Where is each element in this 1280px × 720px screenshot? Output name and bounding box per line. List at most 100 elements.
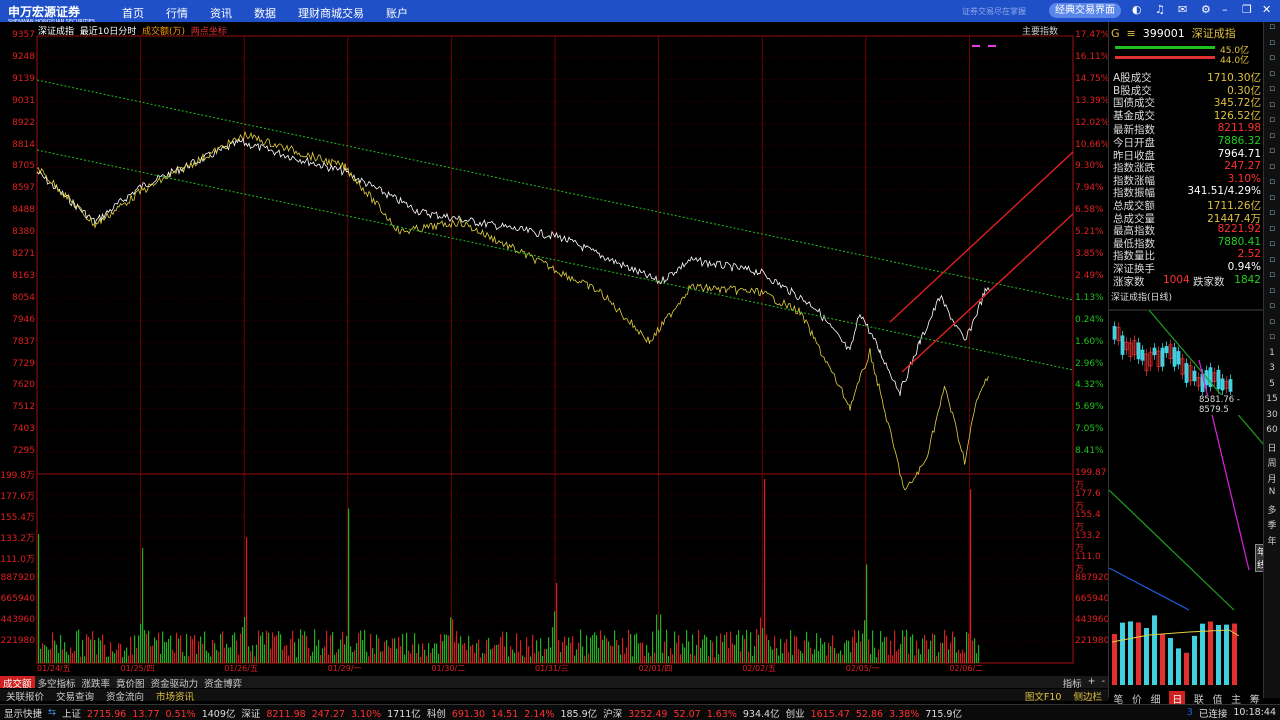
volume-bar — [684, 647, 686, 663]
indicator-ctl-0[interactable]: 指标 — [1060, 676, 1085, 690]
period-8[interactable]: 月 — [1264, 472, 1280, 488]
period-6[interactable]: 日 — [1264, 441, 1280, 457]
tool-icon[interactable]: ▫ — [1264, 317, 1280, 333]
headset-icon[interactable]: ♫ — [1155, 3, 1165, 16]
quick-display-label[interactable]: 显示快捷 — [0, 706, 48, 720]
indicator-tab-3[interactable]: 竟价图 — [113, 676, 148, 690]
nav-item-4[interactable]: 理财商城 — [298, 5, 342, 21]
side-tab-7[interactable]: 筹 — [1250, 691, 1260, 706]
tool-icon[interactable]: ▫ — [1264, 115, 1280, 131]
period-5[interactable]: 60 — [1264, 425, 1280, 441]
tool-icon[interactable]: ▫ — [1264, 22, 1280, 38]
tool-icon[interactable]: ▫ — [1264, 224, 1280, 240]
volume-bar — [832, 635, 834, 663]
tool-icon[interactable]: ▫ — [1264, 332, 1280, 348]
func-tab-0[interactable]: 关联报价 — [0, 689, 50, 703]
nav-item-3[interactable]: 数据 — [254, 5, 298, 21]
tool-icon[interactable]: ▫ — [1264, 270, 1280, 286]
side-tab-2[interactable]: 细 — [1151, 691, 1161, 706]
tool-icon[interactable]: ▫ — [1264, 208, 1280, 224]
volume-bar — [862, 633, 864, 663]
settings-icon[interactable]: ⚙ — [1201, 3, 1211, 16]
tool-icon[interactable]: ▫ — [1264, 162, 1280, 178]
period-3[interactable]: 15 — [1264, 394, 1280, 410]
func-right-1[interactable]: 侧边栏 — [1067, 689, 1108, 703]
period-1[interactable]: 3 — [1264, 363, 1280, 379]
period-12[interactable]: 年 — [1264, 534, 1280, 550]
volume-bar — [778, 655, 780, 663]
tool-icon[interactable]: ▫ — [1264, 84, 1280, 100]
volume-bar — [758, 634, 760, 663]
period-2[interactable]: 5 — [1264, 379, 1280, 395]
tool-icon[interactable]: ▫ — [1264, 193, 1280, 209]
period-9[interactable]: N — [1264, 487, 1280, 503]
tool-icon[interactable]: ▫ — [1264, 131, 1280, 147]
indicator-tab-5[interactable]: 资金博弈 — [201, 676, 245, 690]
volume-bar — [938, 652, 940, 663]
nav-item-6[interactable]: 账户 — [386, 5, 430, 21]
nav-item-2[interactable]: 资讯 — [210, 5, 254, 21]
tool-icon[interactable]: ▫ — [1264, 69, 1280, 85]
period-11[interactable]: 季 — [1264, 518, 1280, 534]
close-icon[interactable]: ✕ — [1262, 3, 1271, 16]
quote-row: 最低指数 7880.41 — [1113, 236, 1261, 250]
side-tab-0[interactable]: 笔 — [1113, 691, 1123, 706]
volume-bar — [974, 638, 976, 663]
volume-bar — [638, 643, 640, 663]
side-tab-6[interactable]: 主 — [1231, 691, 1241, 706]
quote-key: 基金成交 — [1113, 109, 1155, 122]
tool-icon[interactable]: ▫ — [1264, 255, 1280, 271]
volume-bar — [284, 645, 286, 663]
restore-icon[interactable]: ❐ — [1242, 3, 1252, 16]
daily-kline-chart[interactable] — [1109, 300, 1264, 700]
pct-tick: 6.58% — [1075, 205, 1104, 216]
func-right-0[interactable]: 图文F10 — [1019, 689, 1068, 703]
func-tab-3[interactable]: 市场资讯 — [150, 689, 200, 703]
tool-icon[interactable]: ▫ — [1264, 38, 1280, 54]
classic-trade-button[interactable]: 经典交易界面 — [1049, 3, 1121, 18]
skin-icon[interactable]: ◐ — [1132, 3, 1142, 16]
volume-bar — [884, 637, 886, 663]
minimize-icon[interactable]: – — [1222, 3, 1228, 16]
tool-icon[interactable]: ▫ — [1264, 301, 1280, 317]
index-quote-panel: G ≡ 399001 深证成指 A股成交 1710.30亿 B股成交 0.30亿 国债成… — [1108, 22, 1269, 706]
quote-row: 基金成交 126.52亿 — [1113, 108, 1261, 122]
volume-bar — [856, 642, 858, 663]
indicator-tab-2[interactable]: 涨跌率 — [79, 676, 114, 690]
tool-icon[interactable]: ▫ — [1264, 146, 1280, 162]
volume-bar — [696, 644, 698, 663]
func-tab-2[interactable]: 资金流向 — [100, 689, 150, 703]
nav-item-5[interactable]: 交易 — [342, 5, 386, 21]
indicator-ctl-2[interactable]: - — [1099, 676, 1108, 688]
intraday-chart[interactable]: 深证成指 最近10日分时 成交额(万) 两点坐标 主要指数 9357 17.47%… — [0, 22, 1109, 676]
tool-icon[interactable]: ▫ — [1264, 239, 1280, 255]
period-0[interactable]: 1 — [1264, 348, 1280, 364]
price-tick: 7512 — [12, 402, 35, 413]
volume-bar — [68, 654, 70, 663]
tool-icon[interactable]: ▫ — [1264, 286, 1280, 302]
volume-bar — [730, 631, 732, 663]
quote-row: 指数涨跌 247.27 — [1113, 160, 1261, 174]
side-tab-4[interactable]: 联 — [1194, 691, 1204, 706]
arrow-icon[interactable]: ⇆ — [48, 707, 62, 718]
side-tab-5[interactable]: 值 — [1212, 691, 1222, 706]
side-tab-1[interactable]: 价 — [1132, 691, 1142, 706]
indicator-tab-4[interactable]: 资金驱动力 — [148, 676, 202, 690]
func-tab-1[interactable]: 交易查询 — [50, 689, 100, 703]
ticker-item: 691.30 — [451, 708, 486, 720]
period-7[interactable]: 周 — [1264, 456, 1280, 472]
side-tab-3[interactable]: 日 — [1169, 691, 1186, 706]
tool-icon[interactable]: ▫ — [1264, 53, 1280, 69]
volume-bar — [736, 634, 738, 663]
volume-bar — [410, 653, 412, 663]
mail-icon[interactable]: ✉ — [1178, 3, 1187, 16]
nav-item-0[interactable]: 首页 — [122, 5, 166, 21]
period-4[interactable]: 30 — [1264, 410, 1280, 426]
indicator-tab-0[interactable]: 成交额 — [0, 676, 35, 690]
tool-icon[interactable]: ▫ — [1264, 100, 1280, 116]
indicator-tab-1[interactable]: 多空指标 — [35, 676, 79, 690]
nav-item-1[interactable]: 行情 — [166, 5, 210, 21]
indicator-ctl-1[interactable]: + — [1085, 676, 1099, 688]
tool-icon[interactable]: ▫ — [1264, 177, 1280, 193]
period-10[interactable]: 多 — [1264, 503, 1280, 519]
